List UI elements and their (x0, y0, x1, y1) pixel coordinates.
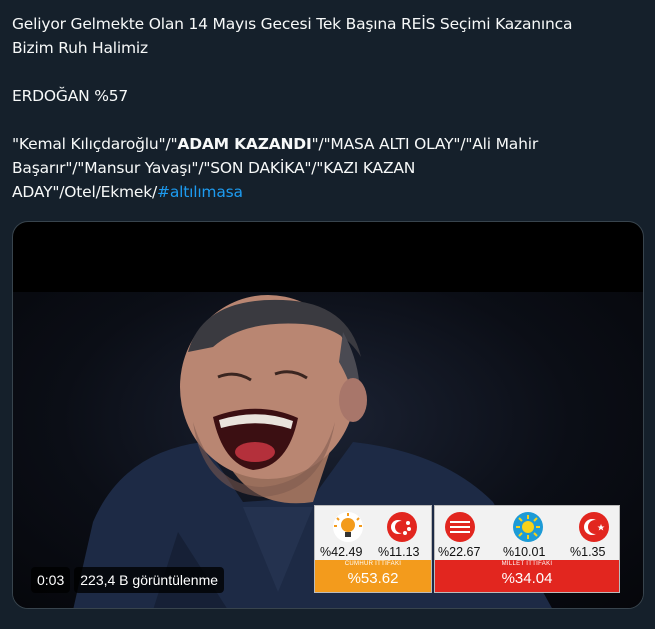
election-results-overlay: %42.49 %11.13 CUMHUR İTTİFAKI %53.62 %22… (314, 505, 620, 593)
quote-bold-text: ADAM KAZANDI (177, 135, 312, 153)
party-percent: %10.01 (503, 545, 546, 559)
tweet-quote-line: Başarır"/"Mansur Yavaşı"/"SON DAKİKA"/"K… (12, 156, 648, 180)
sun-star-icon (513, 512, 543, 542)
tweet-quote-line: ADAY"/Otel/Ekmek/#altılımasa (12, 180, 648, 204)
video-frame[interactable]: %42.49 %11.13 CUMHUR İTTİFAKI %53.62 %22… (13, 292, 643, 608)
video-timestamp: 0:03 (31, 567, 71, 593)
quote-text: ADAY"/Otel/Ekmek/ (12, 183, 158, 201)
tweet-line-1: Geliyor Gelmekte Olan 14 Mayıs Gecesi Te… (12, 15, 573, 33)
alliance-bar: MİLLET İTTİFAKI %34.04 (435, 560, 619, 592)
six-arrows-icon (445, 512, 475, 542)
alliance-bar: CUMHUR İTTİFAKI %53.62 (315, 560, 431, 592)
lightbulb-icon (333, 512, 363, 542)
party-percent: %11.13 (378, 545, 420, 559)
tweet-line-2: Bizim Ruh Halimiz (12, 39, 148, 57)
tweet-line-3: ERDOĞAN %57 (12, 87, 129, 105)
alliance-total: %53.62 (347, 570, 399, 587)
quote-text: Başarır"/"Mansur Yavaşı"/"SON DAK (12, 159, 280, 177)
alliance-label: CUMHUR İTTİFAKI (344, 561, 402, 567)
party-percent: %42.49 (320, 545, 363, 559)
crescent-star-icon (579, 512, 609, 542)
party-percent: %22.67 (438, 545, 481, 559)
video-player[interactable]: %42.49 %11.13 CUMHUR İTTİFAKI %53.62 %22… (12, 221, 644, 609)
tweet-text: Geliyor Gelmekte Olan 14 Mayıs Gecesi Te… (12, 12, 648, 204)
quote-text: "Kemal Kılıçdaroğlu"/" (12, 135, 178, 153)
quote-text: KA"/"KAZI KAZAN (284, 159, 416, 177)
tweet-line: Geliyor Gelmekte Olan 14 Mayıs Gecesi Te… (12, 12, 648, 36)
quote-text: "/"MASA ALTI OLAY"/"Ali Mahir (311, 135, 539, 153)
video-info-overlay: 0:03 223,4 B görüntülenme (31, 567, 225, 593)
crescent-icon (387, 512, 417, 542)
party-percent: %1.35 (570, 545, 606, 559)
view-count: 223,4 B görüntülenme (74, 567, 225, 593)
tweet-quote-line: "Kemal Kılıçdaroğlu"/"ADAM KAZANDI"/"MAS… (12, 132, 648, 156)
millet-ittifaki-panel: %22.67 %10.01 %1.35 MİLLET İTTİFAKI %34.… (434, 505, 620, 593)
hashtag-link[interactable]: #altılımasa (157, 183, 243, 201)
alliance-total: %34.04 (501, 570, 553, 587)
tweet-line: ERDOĞAN %57 (12, 84, 648, 108)
tweet-line: Bizim Ruh Halimiz (12, 36, 648, 60)
cumhur-ittifaki-panel: %42.49 %11.13 CUMHUR İTTİFAKI %53.62 (314, 505, 432, 593)
alliance-label: MİLLET İTTİFAKI (501, 561, 553, 567)
